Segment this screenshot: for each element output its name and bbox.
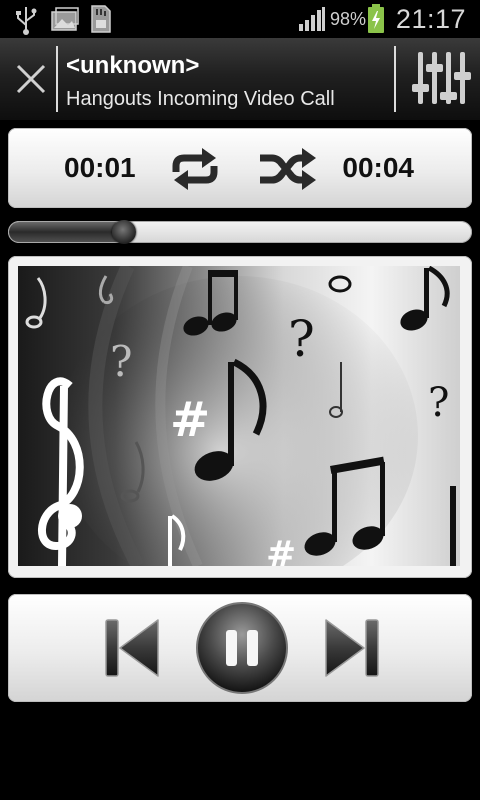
- elapsed-time: 00:01: [64, 152, 136, 183]
- album-art-panel: ? ? ? # #: [8, 256, 472, 578]
- svg-text:?: ?: [288, 310, 315, 368]
- shuffle-button[interactable]: [256, 146, 318, 197]
- skip-next-icon: [325, 619, 379, 677]
- status-bar: 98% 21:17: [0, 0, 480, 38]
- svg-text:?: ?: [428, 380, 449, 426]
- battery-charging-icon: [368, 4, 384, 33]
- header-divider: [394, 46, 396, 112]
- equalizer-icon: [412, 52, 471, 104]
- seek-thumb[interactable]: [112, 220, 136, 244]
- pause-button[interactable]: [194, 600, 290, 701]
- clock: 21:17: [395, 4, 466, 34]
- equalizer-button[interactable]: [398, 38, 480, 120]
- battery-percent: 98%: [330, 9, 367, 29]
- close-icon: [16, 64, 46, 94]
- svg-text:#: #: [170, 392, 210, 448]
- skip-previous-icon: [105, 619, 159, 677]
- close-button[interactable]: [0, 38, 56, 120]
- music-notes-artwork: ? ? ? # #: [18, 266, 460, 566]
- next-button[interactable]: [320, 616, 384, 685]
- playback-info-panel: 00:01 00:04: [8, 128, 472, 208]
- transport-controls-panel: [8, 594, 472, 702]
- previous-button[interactable]: [100, 616, 164, 685]
- total-time: 00:04: [342, 152, 414, 183]
- gallery-icon: [51, 7, 79, 31]
- seek-bar[interactable]: [8, 220, 472, 244]
- repeat-button[interactable]: [166, 146, 224, 197]
- signal-icon: [299, 7, 325, 31]
- sd-card-icon: [91, 5, 111, 33]
- header-divider: [56, 46, 58, 112]
- track-subtitle: Hangouts Incoming Video Call: [66, 88, 335, 110]
- svg-text:#: #: [266, 534, 296, 566]
- seek-progress: [9, 222, 125, 242]
- shuffle-icon: [260, 148, 316, 190]
- repeat-icon: [172, 148, 218, 190]
- track-title: <unknown>: [66, 52, 200, 79]
- now-playing-header: <unknown> Hangouts Incoming Video Call: [0, 38, 480, 120]
- album-art: ? ? ? # #: [18, 266, 460, 566]
- pause-icon: [196, 602, 288, 694]
- usb-icon: [16, 7, 37, 35]
- svg-text:?: ?: [110, 337, 133, 386]
